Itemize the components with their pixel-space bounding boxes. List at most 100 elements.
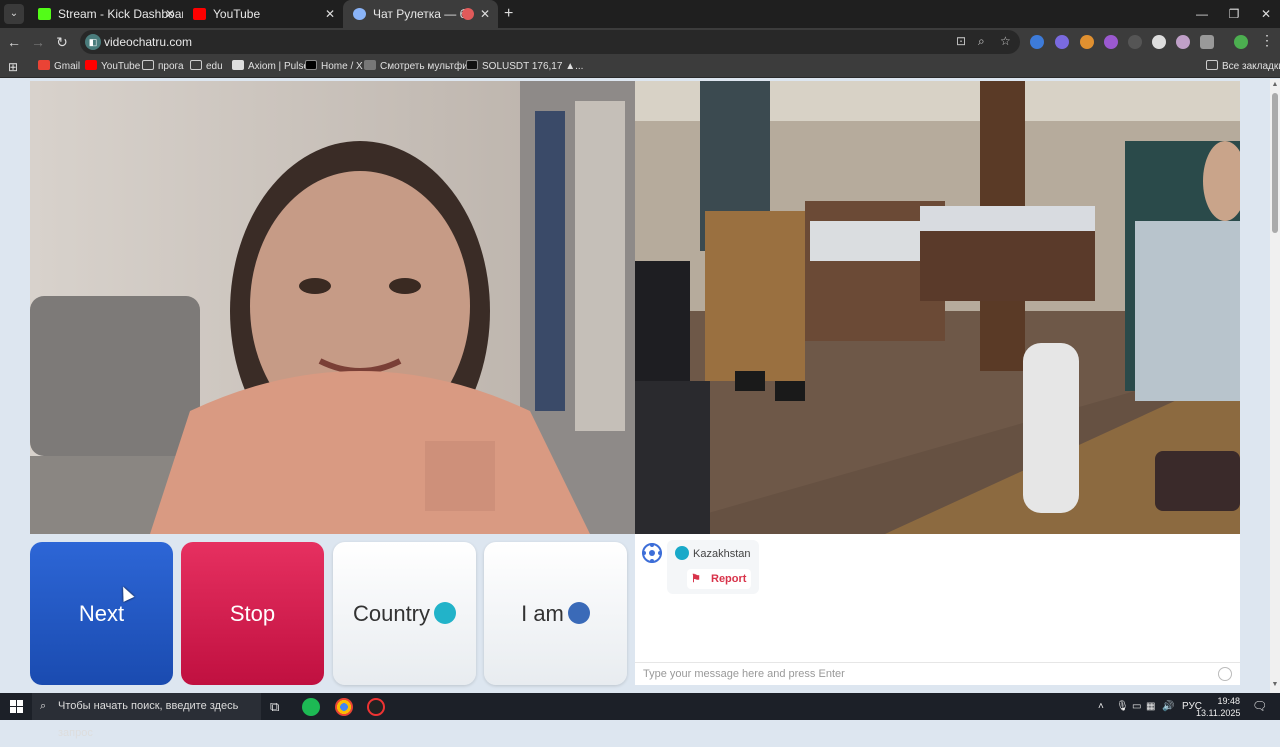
extension-icon[interactable] <box>1128 35 1142 49</box>
clock-date: 13.11.2025 <box>1196 708 1241 718</box>
url-text[interactable]: videochatru.com <box>104 30 192 54</box>
close-tab-icon[interactable]: ✕ <box>165 0 175 28</box>
bookmark-folder-edu[interactable]: edu <box>190 56 223 78</box>
zoom-icon[interactable]: ⌕ <box>978 34 985 49</box>
flag-icon: ⚑ <box>691 573 701 585</box>
tab-title: Чат Рулетка — бесплатный <box>373 7 465 21</box>
bookmark-star-icon[interactable]: ☆ <box>1000 34 1011 48</box>
restore-button[interactable]: ❐ <box>1218 0 1250 28</box>
volume-icon[interactable]: 🔊 <box>1162 693 1174 720</box>
bookmark-folder-proga[interactable]: прога <box>142 56 184 78</box>
report-button[interactable]: ⚑ Report <box>687 569 751 589</box>
extension-icon[interactable] <box>1152 35 1166 49</box>
tab-youtube[interactable]: YouTube ✕ <box>183 0 343 28</box>
partner-video-frame <box>30 81 635 534</box>
bookmark-youtube[interactable]: YouTube <box>85 56 140 78</box>
forward-icon[interactable]: → <box>28 32 48 52</box>
new-tab-button[interactable]: + <box>504 4 513 24</box>
country-button[interactable]: Country <box>333 542 476 685</box>
tray-chevron-icon[interactable]: ˄ <box>1098 693 1104 720</box>
gender-button-label: I am <box>521 601 564 626</box>
system-clock[interactable]: 19:48 13.11.2025 <box>1196 695 1240 719</box>
tradingview-icon <box>466 60 478 70</box>
windows-start-icon[interactable] <box>10 700 23 713</box>
close-tab-icon[interactable]: ✕ <box>325 0 335 28</box>
folder-icon <box>190 60 202 70</box>
network-icon[interactable]: ▦ <box>1146 693 1155 720</box>
kazakhstan-flag-icon <box>675 546 689 560</box>
address-bar[interactable]: ◧ videochatru.com ⊡ ⌕ ☆ <box>80 30 1020 54</box>
x-icon <box>305 60 317 70</box>
gender-button[interactable]: I am <box>484 542 627 685</box>
scroll-up-icon[interactable]: ▲ <box>1270 81 1280 91</box>
tray-app-icon[interactable]: ▭ <box>1132 693 1141 720</box>
stranger-country: Kazakhstan <box>675 546 750 560</box>
site-info-icon[interactable]: ◧ <box>85 34 101 50</box>
scroll-thumb[interactable] <box>1272 93 1278 233</box>
notifications-icon[interactable]: 🗨 <box>1252 693 1267 720</box>
next-button[interactable]: Next <box>30 542 173 685</box>
tab-chat-roulette[interactable]: Чат Рулетка — бесплатный ✕ <box>343 0 498 28</box>
taskbar-search[interactable]: ⌕ Чтобы начать поиск, введите здесь запр… <box>32 693 261 739</box>
extensions-puzzle-icon[interactable] <box>1200 35 1214 49</box>
male-avatar-icon <box>567 602 590 624</box>
bookmark-axiom[interactable]: Axiom | Pulse <box>232 56 309 78</box>
emoji-icon[interactable] <box>1218 667 1232 681</box>
bookmark-label: YouTube <box>101 61 141 72</box>
message-input[interactable]: Type your message here and press Enter <box>635 662 1240 685</box>
back-icon[interactable]: ← <box>4 32 24 52</box>
video-icon <box>364 60 376 70</box>
menu-kebab-icon[interactable]: ⋮ <box>1260 32 1274 49</box>
extension-icon[interactable] <box>1055 35 1069 49</box>
stop-button-label: Stop <box>229 601 276 626</box>
close-tab-icon[interactable]: ✕ <box>480 0 490 28</box>
install-app-icon[interactable]: ⊡ <box>956 34 966 48</box>
kick-icon <box>38 8 51 20</box>
spotify-icon[interactable] <box>302 698 320 716</box>
recording-icon <box>462 8 474 20</box>
tab-kick-dashboard[interactable]: Stream - Kick Dashboard ✕ <box>28 0 183 28</box>
all-bookmarks[interactable]: Все закладки <box>1206 56 1280 78</box>
microphone-icon[interactable]: 🎙 <box>1116 693 1129 720</box>
chat-icon <box>353 8 366 20</box>
partner-video <box>30 81 635 534</box>
extension-icon[interactable] <box>1080 35 1094 49</box>
next-button-label: Next <box>78 601 125 626</box>
bookmark-label: Смотреть мультфи... <box>380 61 477 72</box>
self-video <box>635 81 1240 534</box>
obs-icon[interactable] <box>367 698 385 716</box>
bookmark-gmail[interactable]: Gmail <box>38 56 80 78</box>
extension-icon[interactable] <box>1104 35 1118 49</box>
bookmark-solusdt[interactable]: SOLUSDT 176,17 ▲... <box>466 56 583 78</box>
bookmark-label: прога <box>158 61 184 72</box>
message-placeholder: Type your message here and press Enter <box>643 668 845 680</box>
extension-icon[interactable] <box>1030 35 1044 49</box>
bookmark-label: Gmail <box>54 61 81 72</box>
bookmark-label: Axiom | Pulse <box>248 61 309 72</box>
reload-icon[interactable]: ↻ <box>52 32 72 52</box>
chrome-icon[interactable] <box>335 698 353 716</box>
gmail-icon <box>38 60 50 70</box>
tab-strip: ⌄ Stream - Kick Dashboard ✕ YouTube ✕ Ча… <box>0 0 1280 28</box>
task-view-icon[interactable]: ⧉ <box>270 693 279 720</box>
report-label: Report <box>711 573 747 585</box>
bookmark-label: edu <box>206 61 223 72</box>
minimize-button[interactable]: — <box>1186 0 1218 28</box>
bookmark-x[interactable]: Home / X <box>305 56 363 78</box>
extension-icon[interactable] <box>1176 35 1190 49</box>
stop-button[interactable]: Stop <box>181 542 324 685</box>
scroll-down-icon[interactable]: ▼ <box>1270 681 1280 691</box>
profile-avatar[interactable] <box>1234 35 1248 49</box>
tab-search-button[interactable]: ⌄ <box>4 4 24 24</box>
page-scrollbar[interactable]: ▲ ▼ <box>1270 79 1280 693</box>
youtube-icon <box>85 60 97 70</box>
videochat-page: Next Stop Country I am Kazakhstan ⚑ Repor… <box>0 79 1280 693</box>
windows-taskbar: ⌕ Чтобы начать поиск, введите здесь запр… <box>0 693 1280 739</box>
tab-title: YouTube <box>213 7 261 21</box>
folder-icon <box>1206 60 1218 70</box>
stranger-info-card: Kazakhstan ⚑ Report <box>667 540 759 594</box>
clock-time: 19:48 <box>1217 696 1240 706</box>
bookmark-cartoons[interactable]: Смотреть мультфи... <box>364 56 476 78</box>
close-window-button[interactable]: ✕ <box>1250 0 1280 28</box>
apps-grid-icon[interactable]: ⊞ <box>8 56 18 78</box>
